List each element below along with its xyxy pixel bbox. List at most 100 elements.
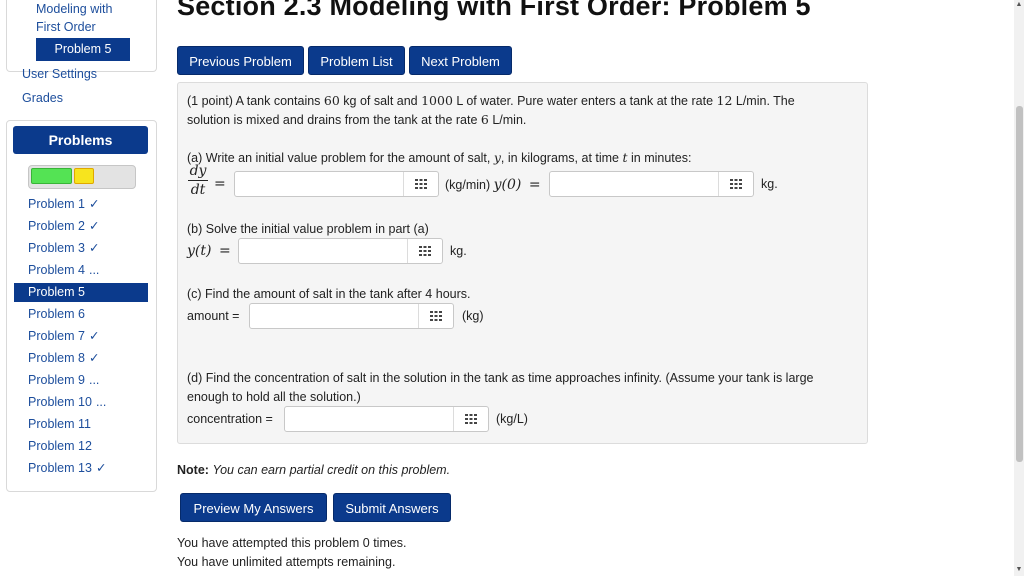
problem-list-label: Problem 10: [28, 395, 92, 409]
derivative-denominator: dt: [190, 182, 206, 198]
grid-icon[interactable]: [418, 304, 453, 328]
part-a-prompt: (a) Write an initial value problem for t…: [187, 150, 691, 165]
section-link[interactable]: Modeling with First Order: [36, 0, 112, 36]
problem-list-label: Problem 4: [28, 263, 85, 277]
progress-partial: [74, 168, 94, 184]
part-c-unit: (kg): [462, 309, 484, 323]
part-d-prompt-line2: enough to hold all the solution.): [187, 390, 361, 404]
part-b-unit: kg.: [450, 244, 467, 258]
problem-list-label: Problem 9: [28, 373, 85, 387]
previous-problem-button[interactable]: Previous Problem: [177, 46, 304, 75]
problem-box: (1 point) A tank contains 60 kg of salt …: [177, 82, 868, 444]
current-problem-link[interactable]: Problem 5: [36, 38, 130, 61]
check-icon: ✓: [88, 351, 100, 365]
check-icon: ✓: [88, 329, 100, 343]
scrollbar-thumb[interactable]: [1016, 106, 1023, 462]
equals-sign: =: [218, 243, 231, 259]
problem-list-item[interactable]: Problem 7 ✓: [14, 327, 148, 346]
in-progress-icon: ...: [88, 263, 100, 277]
intro-text: kg of salt and: [339, 94, 422, 108]
intro-text: solution is mixed and drains from the ta…: [187, 113, 481, 127]
problem-list-item[interactable]: Problem 9...: [14, 371, 148, 390]
concentration-label: concentration =: [187, 412, 273, 426]
check-icon: ✓: [88, 219, 100, 233]
prompt-text: in minutes:: [627, 151, 692, 165]
problem-list-item[interactable]: Problem 6: [14, 305, 148, 324]
part-b-prompt: (b) Solve the initial value problem in p…: [187, 222, 429, 236]
grid-icon[interactable]: [718, 172, 753, 196]
solution-answer-field[interactable]: [238, 238, 443, 264]
part-d-unit: (kg/L): [496, 412, 528, 426]
grades-link[interactable]: Grades: [22, 91, 63, 105]
intro-text: L/min.: [488, 113, 527, 127]
unit-label: (kg/min): [445, 178, 491, 192]
var-y: y: [493, 150, 501, 165]
amount-answer-field[interactable]: [249, 303, 454, 329]
dydt-answer-field[interactable]: [234, 171, 439, 197]
problem-list-label: Problem 3: [28, 241, 85, 255]
part-a-unit2: kg.: [761, 177, 778, 191]
problem-list-label: Problem 7: [28, 329, 85, 343]
problem-list-label: Problem 12: [28, 439, 92, 453]
initial-value-label: y(0): [493, 177, 522, 193]
grid-icon[interactable]: [407, 239, 442, 263]
equals-sign: =: [528, 177, 541, 193]
problem-list-button[interactable]: Problem List: [308, 46, 405, 75]
amount-label: amount =: [187, 309, 240, 323]
scroll-down-icon[interactable]: ▼: [1015, 566, 1023, 574]
next-problem-button[interactable]: Next Problem: [409, 46, 512, 75]
page-title: Section 2.3 Modeling with First Order: P…: [177, 0, 811, 21]
part-d-prompt-line1: (d) Find the concentration of salt in th…: [187, 371, 814, 385]
check-icon: ✓: [88, 241, 100, 255]
problem-list-item[interactable]: Problem 5: [14, 283, 148, 302]
preview-answers-button[interactable]: Preview My Answers: [180, 493, 327, 522]
equals-sign: =: [214, 176, 226, 192]
progress-bar: [28, 165, 136, 189]
problem-list-label: Problem 6: [28, 307, 85, 321]
problem-list-label: Problem 2: [28, 219, 85, 233]
salt-amount: 60: [323, 93, 340, 108]
problem-list-item[interactable]: Problem 10...: [14, 393, 148, 412]
note: Note: You can earn partial credit on thi…: [177, 463, 450, 477]
outflow-rate: 6: [480, 112, 489, 127]
problem-list-label: Problem 11: [28, 417, 91, 431]
problem-list-item[interactable]: Problem 13 ✓: [14, 459, 148, 478]
problem-list-item[interactable]: Problem 8 ✓: [14, 349, 148, 368]
derivative-numerator: dy: [188, 163, 208, 181]
in-progress-icon: ...: [88, 373, 100, 387]
derivative-fraction: dy dt: [188, 163, 208, 199]
problem-list-label: Problem 5: [28, 285, 85, 299]
intro-text: L of water. Pure water enters a tank at …: [452, 94, 717, 108]
part-b-lhs: y(t) =: [187, 243, 231, 259]
problem-list-item[interactable]: Problem 12: [14, 437, 148, 456]
problem-list-label: Problem 8: [28, 351, 85, 365]
attempts-line2: You have unlimited attempts remaining.: [177, 555, 396, 569]
problem-list-label: Problem 1: [28, 197, 85, 211]
problem-list-item[interactable]: Problem 3 ✓: [14, 239, 148, 258]
in-progress-icon: ...: [95, 395, 107, 409]
problem-list-item[interactable]: Problem 1 ✓: [14, 195, 148, 214]
section-link-line1: Modeling with: [36, 2, 113, 16]
inflow-rate: 12: [716, 93, 733, 108]
problem-list-item[interactable]: Problem 2 ✓: [14, 217, 148, 236]
check-icon: ✓: [88, 197, 100, 211]
initial-value-answer-field[interactable]: [549, 171, 754, 197]
progress-correct: [31, 168, 72, 184]
note-text: You can earn partial credit on this prob…: [212, 463, 451, 477]
grid-icon[interactable]: [453, 407, 488, 431]
intro-text: (1 point) A tank contains: [187, 94, 324, 108]
scroll-up-icon[interactable]: ▲: [1015, 1, 1023, 9]
grid-icon[interactable]: [403, 172, 438, 196]
concentration-answer-field[interactable]: [284, 406, 489, 432]
part-c-prompt: (c) Find the amount of salt in the tank …: [187, 287, 471, 301]
section-link-line2: First Order: [36, 20, 96, 34]
submit-answers-button[interactable]: Submit Answers: [333, 493, 451, 522]
water-amount: 1000: [421, 93, 453, 108]
problem-list-item[interactable]: Problem 4...: [14, 261, 148, 280]
user-settings-link[interactable]: User Settings: [22, 67, 97, 81]
problem-list-item[interactable]: Problem 11: [14, 415, 148, 434]
problem-intro-line1: (1 point) A tank contains 60 kg of salt …: [187, 93, 795, 108]
attempts-line1: You have attempted this problem 0 times.: [177, 536, 407, 550]
check-icon: ✓: [95, 461, 107, 475]
intro-text: L/min. The: [732, 94, 795, 108]
